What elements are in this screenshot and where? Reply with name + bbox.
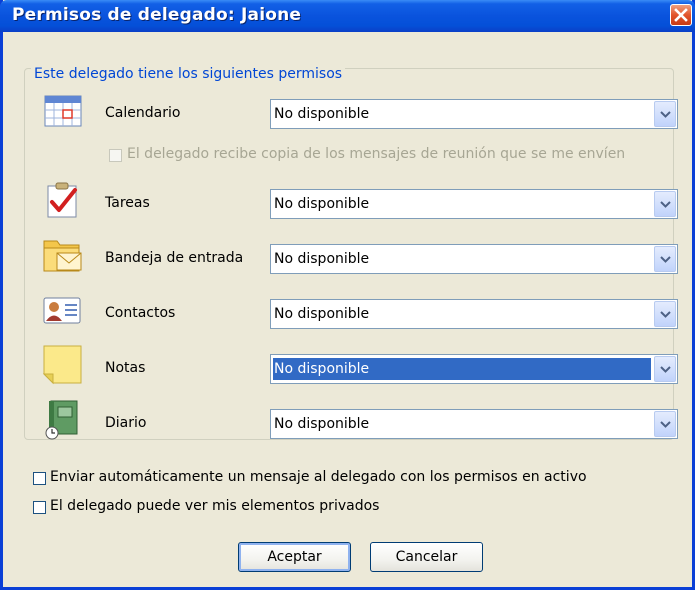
view-private-items-checkbox[interactable] (33, 501, 46, 514)
notes-permission-select[interactable]: No disponible (270, 354, 678, 384)
calendar-permission-value: No disponible (274, 106, 370, 122)
inbox-permission-select[interactable]: No disponible (270, 244, 678, 274)
calendar-icon (43, 92, 83, 132)
chevron-down-icon (660, 256, 671, 263)
permissions-group-legend: Este delegado tiene los siguientes permi… (31, 66, 346, 82)
row-label-calendar: Calendario (105, 105, 181, 121)
auto-send-message-checkbox[interactable] (33, 472, 46, 485)
tasks-permission-value: No disponible (274, 196, 370, 212)
title-bar[interactable]: Permisos de delegado: Jaione (0, 0, 695, 32)
journal-permission-select[interactable]: No disponible (270, 409, 678, 439)
calendar-permission-select[interactable]: No disponible (270, 99, 678, 129)
meeting-copy-label: El delegado recibe copia de los mensajes… (127, 146, 626, 162)
inbox-permission-value: No disponible (274, 251, 370, 267)
contacts-permission-select[interactable]: No disponible (270, 299, 678, 329)
dialog-body: Este delegado tiene los siguientes permi… (3, 32, 692, 587)
inbox-dropdown-button[interactable] (654, 246, 676, 272)
notes-icon (42, 345, 83, 385)
dialog-title: Permisos de delegado: Jaione (12, 5, 302, 25)
journal-icon (43, 400, 83, 440)
inbox-icon (43, 235, 83, 275)
chevron-down-icon (660, 421, 671, 428)
contacts-dropdown-button[interactable] (654, 301, 676, 327)
close-button[interactable] (670, 4, 692, 26)
journal-permission-value: No disponible (274, 416, 370, 432)
calendar-dropdown-button[interactable] (654, 101, 676, 127)
ok-button[interactable]: Aceptar (238, 542, 351, 572)
chevron-down-icon (660, 201, 671, 208)
chevron-down-icon (660, 111, 671, 118)
tasks-dropdown-button[interactable] (654, 191, 676, 217)
chevron-down-icon (660, 366, 671, 373)
tasks-icon (43, 180, 83, 220)
row-label-inbox: Bandeja de entrada (105, 250, 244, 266)
close-icon (674, 8, 688, 22)
dialog-window: Permisos de delegado: Jaione Este delega… (0, 0, 695, 590)
contacts-permission-value: No disponible (274, 306, 370, 322)
row-label-notes: Notas (105, 360, 146, 376)
cancel-button[interactable]: Cancelar (370, 542, 483, 572)
meeting-copy-checkbox[interactable] (109, 149, 122, 162)
contacts-icon (43, 290, 83, 330)
notes-dropdown-button[interactable] (654, 356, 676, 382)
row-label-contacts: Contactos (105, 305, 176, 321)
tasks-permission-select[interactable]: No disponible (270, 189, 678, 219)
chevron-down-icon (660, 311, 671, 318)
auto-send-message-label: Enviar automáticamente un mensaje al del… (50, 469, 587, 485)
view-private-items-label: El delegado puede ver mis elementos priv… (50, 498, 380, 514)
notes-permission-value: No disponible (273, 358, 651, 380)
journal-dropdown-button[interactable] (654, 411, 676, 437)
row-label-journal: Diario (105, 415, 147, 431)
row-label-tasks: Tareas (105, 195, 150, 211)
